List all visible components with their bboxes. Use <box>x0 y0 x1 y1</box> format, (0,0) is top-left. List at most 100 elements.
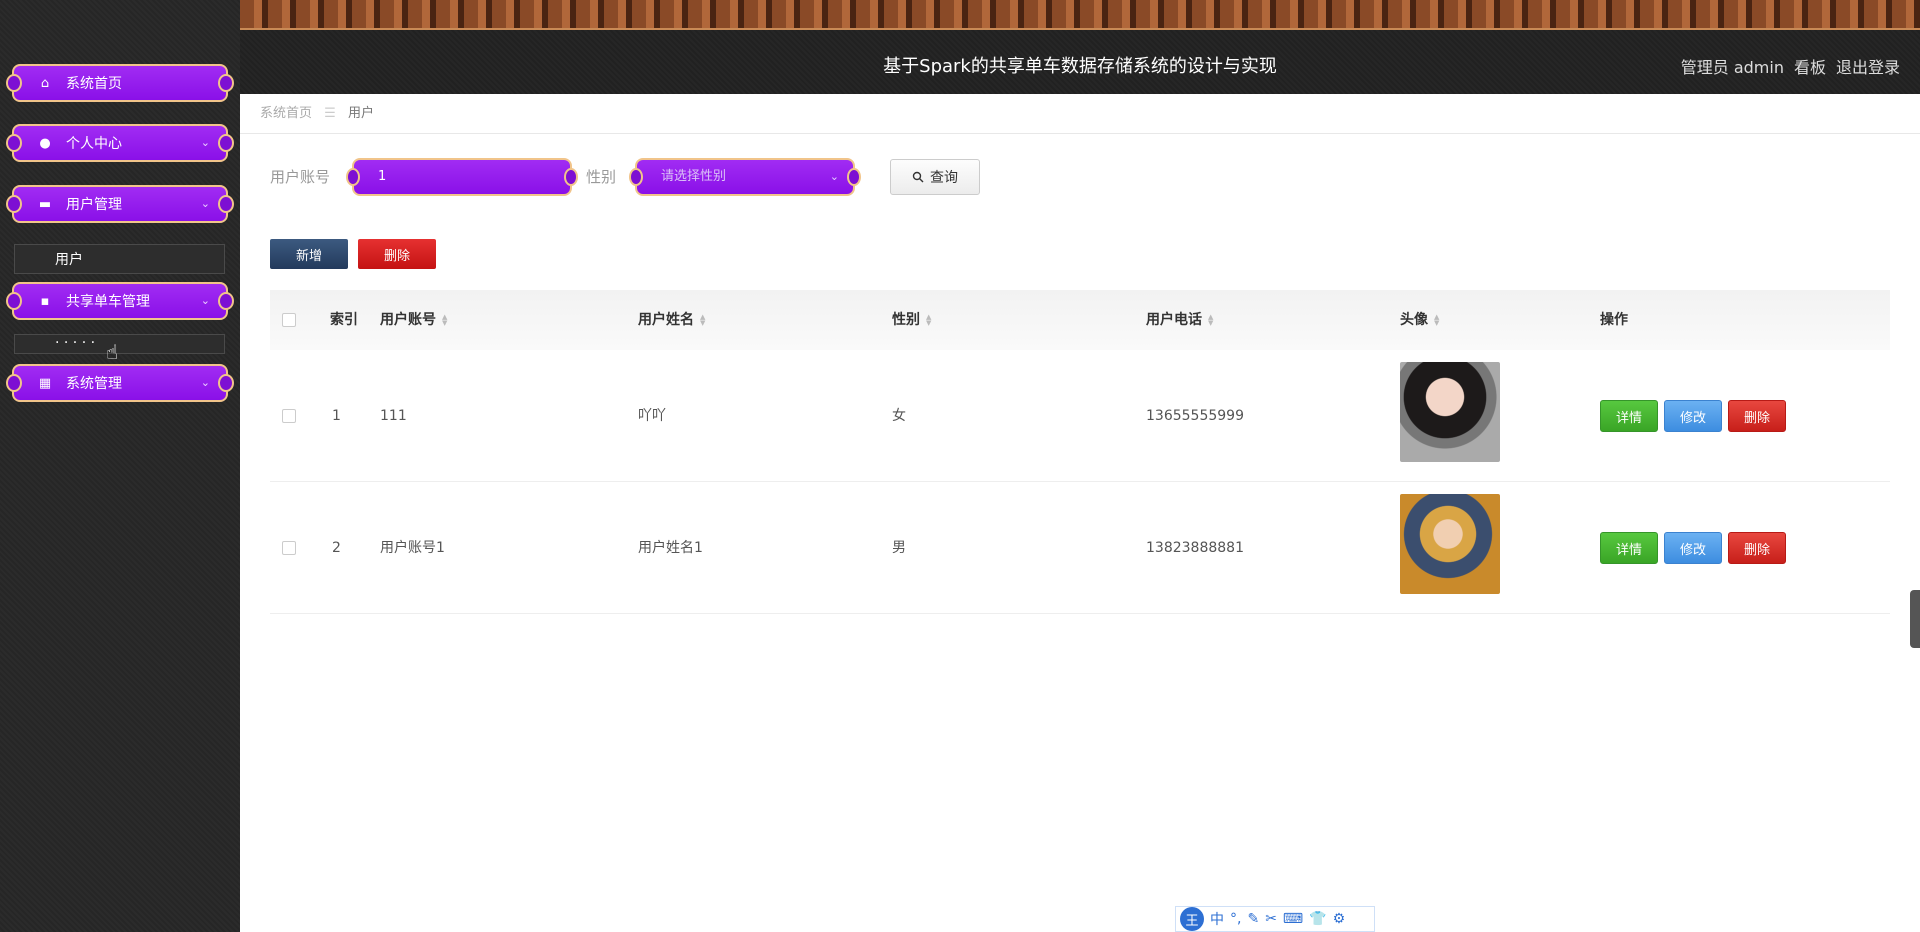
row-checkbox[interactable] <box>282 541 296 555</box>
menu-knob-left <box>6 74 22 92</box>
header-user-area: 管理员 admin 看板 退出登录 <box>1681 54 1900 78</box>
gender-label: 性别 <box>586 168 617 186</box>
cell-index: 2 <box>332 540 341 556</box>
logout-link[interactable]: 退出登录 <box>1836 54 1900 78</box>
home-icon: ⌂ <box>40 75 50 91</box>
breadcrumb-current: 用户 <box>347 106 374 121</box>
ime-pen-icon[interactable]: ✎ <box>1247 911 1259 927</box>
gender-select[interactable]: 请选择性别 ⌄ <box>629 158 861 196</box>
edit-button[interactable]: 修改 <box>1664 400 1722 432</box>
menu-knob-right <box>218 74 234 92</box>
batch-delete-button[interactable]: 删除 <box>358 239 436 269</box>
sort-icon: ▲ ▼ <box>1434 313 1440 327</box>
chevron-down-icon: ⌄ <box>829 170 839 183</box>
search-button[interactable]: 查询 <box>890 159 980 195</box>
ime-keyboard-icon[interactable]: ⌨ <box>1283 911 1303 927</box>
row-checkbox[interactable] <box>282 409 296 423</box>
column-header-name[interactable]: 用户姓名 ▲ ▼ <box>638 290 705 350</box>
sidebar-item-user-management[interactable]: ▬ 用户管理 ⌄ <box>6 185 234 223</box>
delete-button[interactable]: 删除 <box>1728 532 1786 564</box>
ime-chinese-mode[interactable]: 中 <box>1210 909 1224 929</box>
account-input-value: 1 <box>378 169 387 184</box>
detail-button[interactable]: 详情 <box>1600 532 1658 564</box>
input-knob-left <box>629 168 643 186</box>
sidebar-item-label: 个人中心 <box>66 136 122 152</box>
detail-button[interactable]: 详情 <box>1600 400 1658 432</box>
username: admin <box>1733 58 1784 77</box>
chevron-down-icon: ⌄ <box>200 136 210 149</box>
chat-icon: ▪ <box>40 293 50 309</box>
add-button[interactable]: 新增 <box>270 239 348 269</box>
table-row: 1 111 吖吖 女 13655555999 详情 修改 删除 <box>270 350 1890 482</box>
sort-icon: ▲ ▼ <box>700 313 706 327</box>
table-header: 索引 用户账号 ▲ ▼ 用户姓名 ▲ ▼ 性别 ▲ ▼ 用户电话 ▲ ▼ 头像 ▲ ▼ 操作 <box>270 290 1890 350</box>
sidebar-item-home[interactable]: ⌂ 系统首页 <box>6 64 234 102</box>
column-header-avatar[interactable]: 头像 ▲ ▼ <box>1400 290 1439 350</box>
ime-settings-icon[interactable]: ⚙ <box>1333 911 1346 927</box>
avatar[interactable] <box>1400 362 1500 462</box>
cell-account: 用户账号1 <box>380 540 445 556</box>
sort-icon: ▲ ▼ <box>442 313 448 327</box>
breadcrumb: 系统首页 ☰ 用户 <box>240 94 1920 134</box>
input-knob-right <box>564 168 578 186</box>
input-knob-right <box>847 168 861 186</box>
cell-phone: 13823888881 <box>1146 540 1244 556</box>
sidebar: ⌂ 系统首页 ● 个人中心 ⌄ ▬ 用户管理 ⌄ 用户 ▪ 共享单车管理 ⌄ ·… <box>0 0 240 932</box>
side-drawer-handle[interactable] <box>1910 590 1920 648</box>
cell-name: 用户姓名1 <box>638 540 703 556</box>
account-input[interactable]: 1 <box>346 158 578 196</box>
ime-punctuation-icon[interactable]: °, <box>1230 911 1241 927</box>
sidebar-subitem-bike[interactable]: · · · · · <box>14 334 225 354</box>
sidebar-item-bike-management[interactable]: ▪ 共享单车管理 ⌄ <box>6 282 234 320</box>
sidebar-item-system-management[interactable]: ▦ 系统管理 ⌄ <box>6 364 234 402</box>
column-header-phone[interactable]: 用户电话 ▲ ▼ <box>1146 290 1213 350</box>
chevron-down-icon: ⌄ <box>200 197 210 210</box>
sidebar-item-label: 共享单车管理 <box>66 294 150 310</box>
chevron-down-icon: ⌄ <box>200 294 210 307</box>
column-header-gender[interactable]: 性别 ▲ ▼ <box>892 290 931 350</box>
sort-icon: ▲ ▼ <box>926 313 932 327</box>
menu-knob-right <box>218 292 234 310</box>
delete-button[interactable]: 删除 <box>1728 400 1786 432</box>
menu-knob-right <box>218 195 234 213</box>
user-table: 索引 用户账号 ▲ ▼ 用户姓名 ▲ ▼ 性别 ▲ ▼ 用户电话 ▲ ▼ 头像 ▲ ▼ 操作 1 1… <box>270 290 1890 614</box>
avatar[interactable] <box>1400 494 1500 594</box>
search-button-label: 查询 <box>930 170 958 186</box>
table-row: 2 用户账号1 用户姓名1 男 13823888881 详情 修改 删除 <box>270 482 1890 614</box>
menu-knob-right <box>218 134 234 152</box>
row-actions: 详情 修改 删除 <box>1600 400 1786 432</box>
menu-knob-left <box>6 292 22 310</box>
header: 基于Spark的共享单车数据存储系统的设计与实现 管理员 admin 看板 退出… <box>240 30 1920 94</box>
board-link[interactable]: 看板 <box>1794 54 1826 78</box>
sidebar-item-personal-center[interactable]: ● 个人中心 ⌄ <box>6 124 234 162</box>
cell-gender: 男 <box>892 540 906 556</box>
column-header-account[interactable]: 用户账号 ▲ ▼ <box>380 290 447 350</box>
breadcrumb-home[interactable]: 系统首页 <box>260 106 312 121</box>
menu-knob-right <box>218 374 234 392</box>
sidebar-subitem-user[interactable]: 用户 <box>14 244 225 274</box>
app-title: 基于Spark的共享单车数据存储系统的设计与实现 <box>883 56 1277 77</box>
cell-name: 吖吖 <box>638 408 666 424</box>
select-all-checkbox[interactable] <box>282 313 296 327</box>
grid-icon: ▦ <box>38 375 52 391</box>
hand-cursor-icon: ☝ <box>106 340 119 364</box>
column-header-actions: 操作 <box>1600 312 1628 328</box>
edit-button[interactable]: 修改 <box>1664 532 1722 564</box>
menu-knob-left <box>6 195 22 213</box>
sidebar-item-label: 系统管理 <box>66 376 122 392</box>
cell-phone: 13655555999 <box>1146 408 1244 424</box>
menu-knob-left <box>6 374 22 392</box>
cell-account: 111 <box>380 408 407 424</box>
ime-logo-icon[interactable]: 王 <box>1180 907 1204 931</box>
person-icon: ● <box>39 135 51 151</box>
sidebar-item-label: 用户管理 <box>66 197 122 213</box>
ime-skin-icon[interactable]: 👕 <box>1309 911 1326 927</box>
ime-toolbar: 王 中 °, ✎ ✂ ⌨ 👕 ⚙ <box>1175 906 1375 932</box>
cell-gender: 女 <box>892 408 906 424</box>
cell-index: 1 <box>332 408 341 424</box>
ime-scissors-icon[interactable]: ✂ <box>1265 911 1277 927</box>
sort-icon: ▲ ▼ <box>1208 313 1214 327</box>
user-role: 管理员 admin <box>1681 54 1784 78</box>
sidebar-item-label: 系统首页 <box>66 76 122 92</box>
role-label: 管理员 <box>1680 58 1729 77</box>
